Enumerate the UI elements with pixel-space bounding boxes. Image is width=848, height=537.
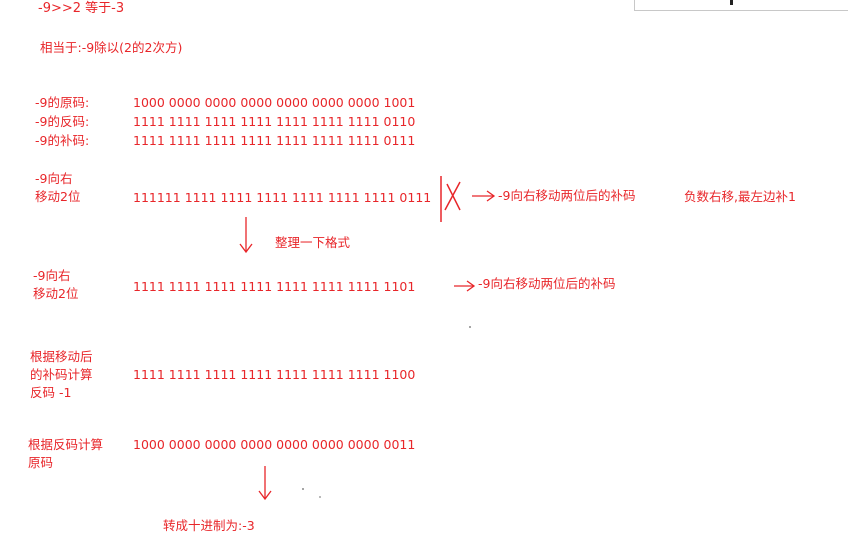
stray-dot (302, 488, 304, 490)
down-arrow-icon (258, 466, 272, 501)
annotation-layer (239, 176, 496, 501)
stray-dot (319, 496, 321, 498)
stray-dot (469, 326, 471, 328)
strike-stroke-a (446, 183, 461, 211)
down-arrow-icon (239, 217, 253, 254)
right-arrow-icon (472, 190, 496, 202)
right-arrow-icon (454, 280, 476, 292)
